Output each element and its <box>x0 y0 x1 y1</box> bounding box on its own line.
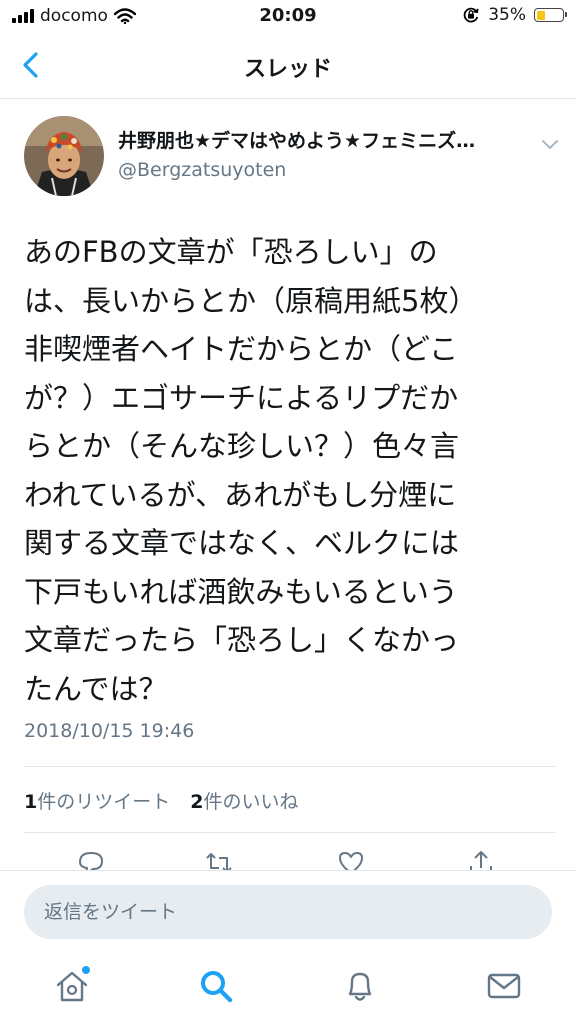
tweet-text-line: が？）エゴサーチによるリプだか <box>24 380 459 415</box>
tweet-text-line: 関する文章ではなく、ベルクには <box>24 526 460 560</box>
likes-stat[interactable]: 2件のいいね <box>190 791 298 813</box>
divider <box>24 766 556 767</box>
author-name[interactable]: 井野朋也★デマはやめよう★フェミニズ… <box>118 126 518 153</box>
battery-level-fill <box>536 10 546 20</box>
author-handle[interactable]: @Bergzatsuyoten <box>118 159 286 181</box>
tweet-header: 井野朋也★デマはやめよう★フェミニズ… @Bergzatsuyoten <box>24 116 560 200</box>
tab-messages[interactable] <box>482 964 526 1008</box>
like-count: 2 <box>190 791 204 813</box>
tab-bar <box>0 954 576 1024</box>
navigation-bar: スレッド <box>0 34 576 99</box>
tab-home[interactable] <box>50 964 94 1008</box>
tweet-text-line: たんでは？ <box>24 671 168 706</box>
tweet-text-line: われているが、あれがもし分煙に <box>24 477 457 512</box>
divider <box>24 832 556 833</box>
notifications-icon <box>348 972 372 1001</box>
tweet-stats: 1件のリツイート 2件のいいね <box>24 787 313 814</box>
retweet-label: 件のリツイート <box>37 791 171 813</box>
battery-icon <box>534 8 567 22</box>
tweet-timestamp: 2018/10/15 19:46 <box>24 720 195 742</box>
avatar[interactable] <box>24 116 104 196</box>
notification-dot <box>82 966 90 974</box>
messages-icon <box>487 973 521 999</box>
tab-search[interactable] <box>194 964 238 1008</box>
tab-notifications[interactable] <box>338 964 382 1008</box>
like-label: 件のいいね <box>203 791 299 813</box>
retweet-count: 1 <box>24 791 38 813</box>
tweet-text-line: は、長いからとか（原稿用紙5枚） <box>24 283 478 318</box>
avatar-image <box>24 116 104 196</box>
retweets-stat[interactable]: 1件のリツイート <box>24 791 170 813</box>
reply-bar <box>0 870 576 955</box>
status-bar: docomo 20:09 35% <box>0 0 576 34</box>
tweet-text: あのFBの文章が「恐ろしい」の は、長いからとか（原稿用紙5枚） 非喫煙者ヘイト… <box>24 228 556 713</box>
tweet-text-line: 下戸もいれば酒飲みもいるという <box>24 574 458 609</box>
tweet-text-line: 非喫煙者ヘイトだからとか（どこ <box>24 332 459 366</box>
chevron-down-icon <box>542 140 558 149</box>
tweet-text-line: らとか（そんな珍しい？）色々言 <box>24 429 460 463</box>
tweet-text-line: 文章だったら「恐ろし」くなかっ <box>24 623 460 657</box>
orientation-lock-icon <box>463 7 479 23</box>
tweet-options-button[interactable] <box>540 136 560 150</box>
search-icon <box>201 971 233 1003</box>
battery-percent: 35% <box>488 5 526 25</box>
page-title: スレッド <box>243 57 332 82</box>
reply-input[interactable] <box>24 885 552 939</box>
tweet-text-line: あのFBの文章が「恐ろしい」の <box>24 235 438 269</box>
status-right: 35% <box>462 5 567 25</box>
